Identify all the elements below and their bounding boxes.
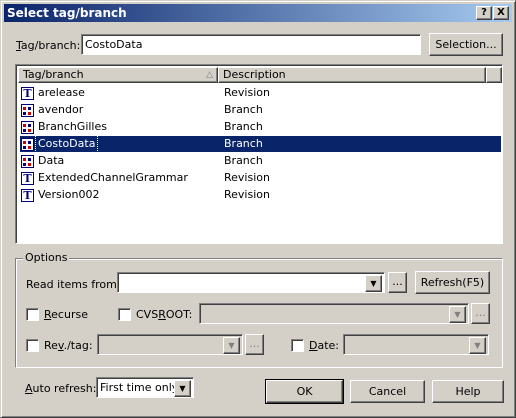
chevron-down-icon[interactable]: ▼ [365,275,382,292]
recurse-label-rest: ecurse [51,308,88,321]
date-label: Date: [309,339,339,352]
list-item-description: Branch [224,137,263,150]
list-item-name: Version002 [38,188,100,201]
tag-branch-list[interactable]: Tag/branch △ Description Tarelease Revisi… [15,64,503,244]
chevron-down-icon[interactable]: ▼ [223,337,240,354]
rev-tag-combo[interactable]: ▼ [97,334,243,355]
column-header-filler [486,67,502,83]
column-header-description[interactable]: Description [218,67,486,83]
list-item-description: Revision [224,86,270,99]
branch-icon [21,121,34,134]
list-item-name: ExtendedChannelGrammar [38,171,188,184]
list-item-description: Branch [224,120,263,133]
cvsroot-checkbox[interactable] [118,308,131,321]
rev-tag-browse-button[interactable]: ... [245,334,264,355]
rev-tag-checkbox[interactable] [26,339,39,352]
list-item-name: Data [38,154,65,167]
list-item[interactable]: avendor Branch [20,102,501,118]
column-header-tag-branch[interactable]: Tag/branch △ [18,67,218,83]
revision-icon: T [21,87,34,100]
list-item-description: Revision [224,188,270,201]
title-bar: Select tag/branch ? X [4,4,512,22]
recurse-label: Recurse [44,308,88,321]
window-title: Select tag/branch [7,6,127,20]
revision-icon: T [21,172,34,185]
list-item-description: Branch [224,103,263,116]
auto-refresh-label-key: A [25,382,33,395]
cvsroot-label-pre: CVS [136,308,159,321]
list-item-description: Branch [224,154,263,167]
cvsroot-label: CVSROOT: [136,308,192,321]
column-header-tag-branch-label: Tag/branch [23,68,84,81]
auto-refresh-label: Auto refresh: [25,382,96,395]
auto-refresh-label-rest: uto refresh: [32,382,97,395]
list-item-name: avendor [38,103,84,116]
rev-tag-label: Rev./tag: [44,339,93,352]
branch-icon [21,155,34,168]
tag-branch-label: Tag/branch: [16,39,80,52]
auto-refresh-select[interactable]: First time only ▼ [96,377,194,398]
list-item[interactable]: BranchGilles Branch [20,119,501,135]
cvsroot-label-key: R [158,308,166,321]
list-item[interactable]: Data Branch [20,153,501,169]
chevron-down-icon[interactable]: ▼ [469,337,486,354]
cvsroot-browse-button[interactable]: ... [471,303,490,324]
selection-button[interactable]: Selection... [429,33,503,56]
list-item[interactable]: Tarelease Revision [20,85,501,101]
branch-icon [21,104,34,117]
date-combo[interactable]: ▼ [343,334,489,355]
tag-branch-input[interactable]: CostoData [81,34,421,55]
help-icon[interactable]: ? [476,6,492,20]
chevron-down-icon[interactable]: ▼ [449,306,466,323]
help-button[interactable]: Help [432,380,504,403]
tag-branch-label-rest: ag/branch: [20,39,81,52]
options-group-title: Options [23,251,70,264]
list-item-name: BranchGilles [38,120,107,133]
list-item[interactable]: CostoData Branch [20,135,501,153]
list-item[interactable]: T Version002 Revision [20,187,501,203]
select-tag-branch-dialog: Select tag/branch ? X Tag/branch: CostoD… [0,0,516,418]
auto-refresh-value: First time only [100,381,179,394]
ok-button[interactable]: OK [265,379,344,404]
sort-arrow-icon: △ [206,70,213,80]
close-icon[interactable]: X [493,6,509,20]
rev-tag-label-rest: ./tag: [63,339,93,352]
refresh-button[interactable]: Refresh(F5) [415,271,490,294]
read-items-from-combo[interactable]: ▼ [117,272,385,293]
list-item-name: CostoData [34,135,99,153]
list-item[interactable]: T ExtendedChannelGrammar Revision [20,170,501,186]
recurse-checkbox[interactable] [26,308,39,321]
cvsroot-combo[interactable]: ▼ [199,303,469,324]
cvsroot-label-rest: OOT: [165,308,193,321]
branch-icon [21,138,34,151]
list-item-description: Revision [224,171,270,184]
list-item-name: arelease [38,86,85,99]
date-checkbox[interactable] [291,339,304,352]
read-items-from-label: Read items from: [26,278,121,291]
revision-icon: T [21,189,34,202]
cancel-button[interactable]: Cancel [350,380,425,403]
read-items-browse-button[interactable]: ... [388,272,407,293]
date-label-rest: ate: [317,339,340,352]
rev-tag-label-pre: Re [44,339,58,352]
chevron-down-icon[interactable]: ▼ [174,380,191,397]
